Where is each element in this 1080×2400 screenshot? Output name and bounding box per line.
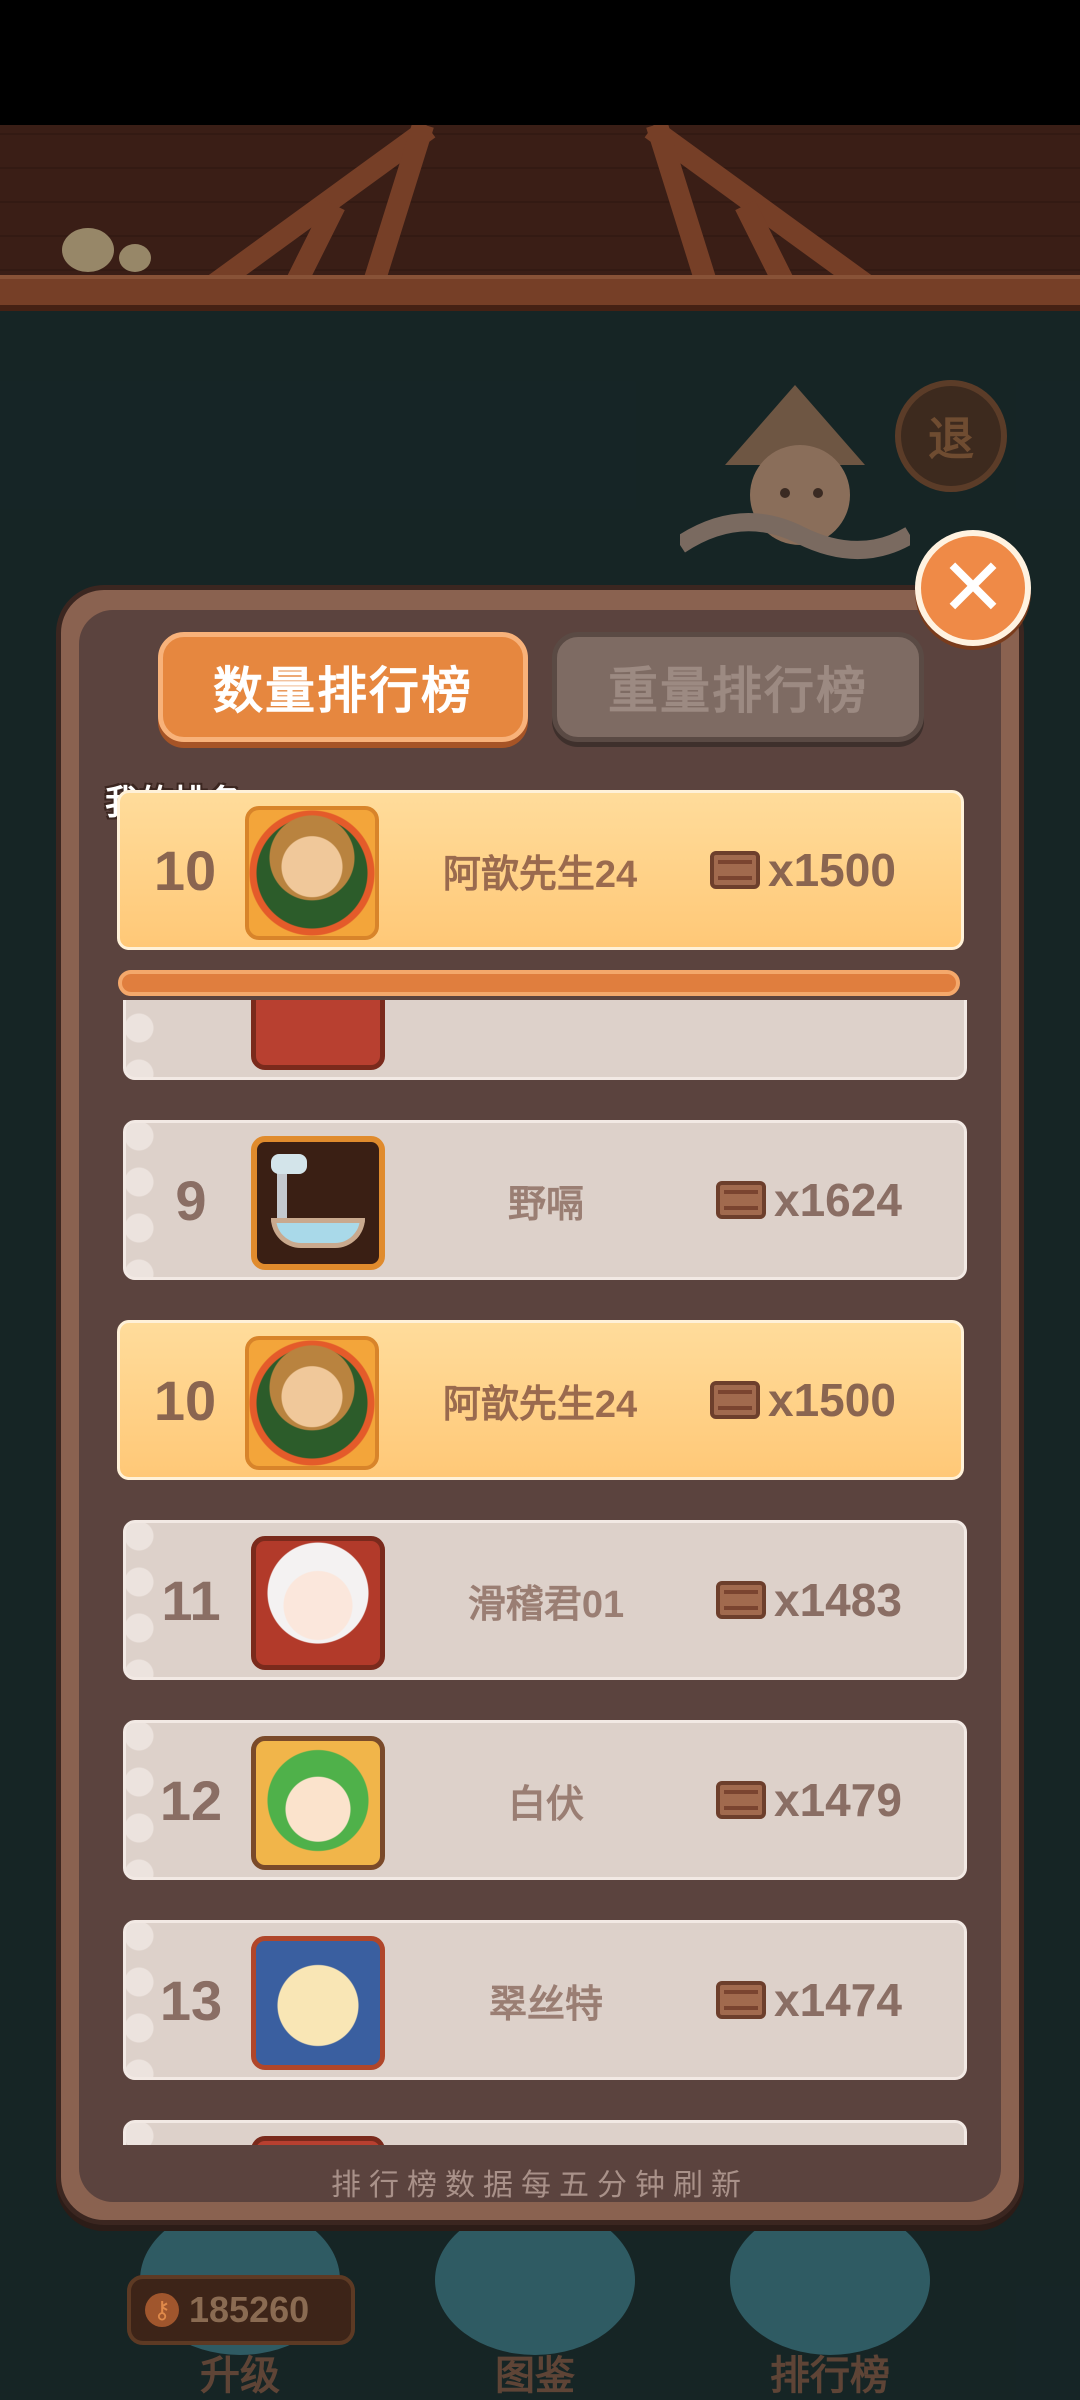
collection-button-bg <box>435 2205 635 2355</box>
score-value: x1500 <box>768 1374 896 1426</box>
player-name: 野嗝 <box>507 1183 584 1226</box>
rank-number: 10 <box>153 838 217 902</box>
player-name: 阿歆先生24 <box>442 853 638 896</box>
my-rank-row: 10 阿歆先生24 x1500 <box>117 790 964 950</box>
crate-icon <box>710 1381 760 1419</box>
score: x1483 <box>716 1523 902 1677</box>
ranking-button-bg <box>730 2205 930 2355</box>
tab-quantity-ranking[interactable]: 数量排行榜 <box>158 632 528 742</box>
crate-icon <box>716 1181 766 1219</box>
score-value: x1500 <box>768 844 896 896</box>
avatar <box>251 1136 385 1270</box>
table-row: 12 白伏 x1479 <box>123 1720 967 1880</box>
score: x1500 <box>710 1323 896 1477</box>
player-name: 白伏 <box>507 1783 584 1826</box>
rank-number: 10 <box>153 1368 217 1432</box>
table-row: 13 翠丝特 x1474 <box>123 1920 967 2080</box>
crate-icon <box>710 851 760 889</box>
table-row: 9 野嗝 x1624 <box>123 1120 967 1280</box>
crate-icon <box>716 1781 766 1819</box>
rank-number: 12 <box>159 1768 223 1832</box>
section-divider <box>118 970 960 996</box>
score: x1500 <box>710 793 896 947</box>
crate-icon <box>716 1981 766 2019</box>
close-icon: ✕ <box>939 541 1007 634</box>
score: x1474 <box>716 1923 902 2077</box>
ranking-label: 排行榜 <box>770 2354 890 2398</box>
crate-icon <box>716 1581 766 1619</box>
coin-value: 185260 <box>189 2289 310 2330</box>
coin-counter: ⚷ 185260 <box>127 2275 355 2345</box>
score: x1624 <box>716 1123 902 1277</box>
farmer-npc <box>680 385 910 559</box>
avatar <box>251 1736 385 1870</box>
score-value: x1474 <box>774 1974 902 2026</box>
collection-label: 图鉴 <box>495 2354 575 2398</box>
score-value: x1483 <box>774 1574 902 1626</box>
table-row: 11 滑稽君01 x1483 <box>123 1520 967 1680</box>
avatar <box>245 806 379 940</box>
tab-weight-ranking[interactable]: 重量排行榜 <box>552 632 924 742</box>
avatar <box>245 1336 379 1470</box>
avatar <box>251 1000 385 1070</box>
player-name: 滑稽君01 <box>467 1583 625 1626</box>
exit-button: 退 <box>895 380 1007 492</box>
rank-number: 9 <box>175 1168 207 1232</box>
close-button[interactable]: ✕ <box>915 530 1031 646</box>
player-name: 翠丝特 <box>488 1983 603 2026</box>
rank-number: 13 <box>159 1968 223 2032</box>
score-value: x1624 <box>774 1174 902 1226</box>
rank-number: 11 <box>161 1568 221 1632</box>
avatar <box>251 1536 385 1670</box>
table-row: 10 阿歆先生24 x1500 <box>117 1320 964 1480</box>
score-value: x1479 <box>774 1774 902 1826</box>
upgrade-label: 升级 <box>200 2354 280 2398</box>
ranking-list[interactable]: 9 野嗝 x1624 10 阿歆先生24 x1500 11 滑稽君01 x148… <box>0 1000 1080 2145</box>
avatar <box>251 2136 385 2145</box>
refresh-note: 排行榜数据每五分钟刷新 <box>331 2169 749 2202</box>
player-name: 阿歆先生24 <box>442 1383 638 1426</box>
key-icon: ⚷ <box>145 2293 179 2327</box>
avatar <box>251 1936 385 2070</box>
score: x1479 <box>716 1723 902 1877</box>
table-row <box>123 1000 967 1080</box>
table-row <box>123 2120 967 2145</box>
